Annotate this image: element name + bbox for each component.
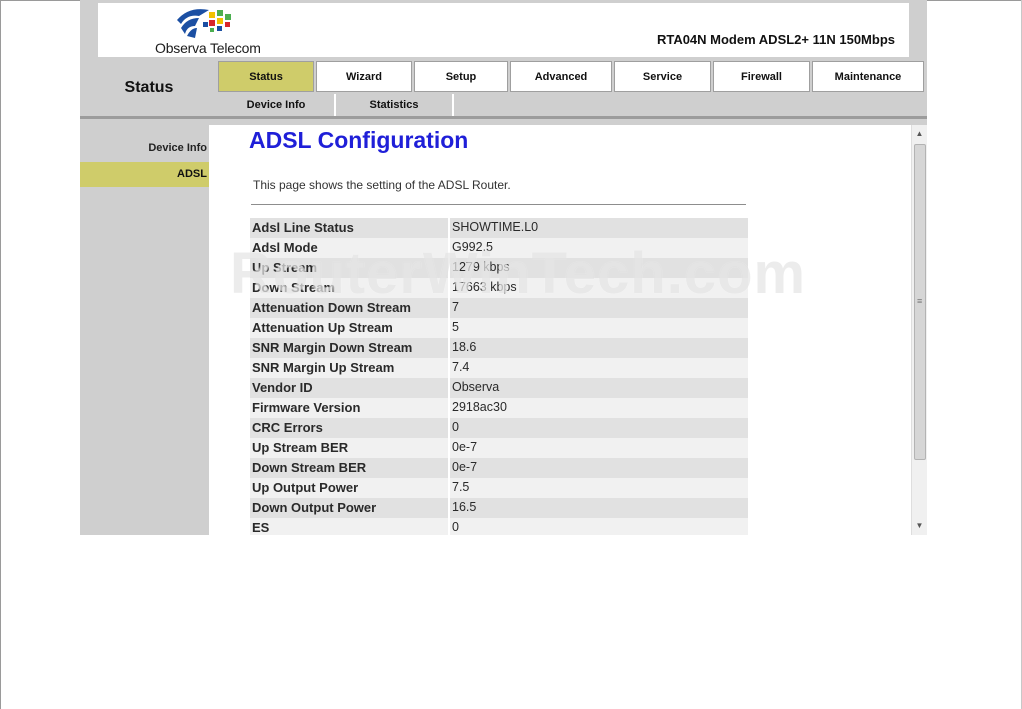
row-value: 7 xyxy=(450,298,748,318)
adsl-table: Adsl Line Status SHOWTIME.L0 Adsl Mode G99… xyxy=(250,218,748,535)
table-row: Down Stream BER 0e-7 xyxy=(250,458,748,478)
window-border-left xyxy=(0,0,1,709)
nav-divider xyxy=(80,116,927,119)
row-label: Adsl Mode xyxy=(250,238,448,258)
table-row: Up Stream 1279 kbps xyxy=(250,258,748,278)
tab-maintenance[interactable]: Maintenance xyxy=(812,61,924,92)
table-row: Adsl Mode G992.5 xyxy=(250,238,748,258)
row-value: 0 xyxy=(450,518,748,535)
main-tabs: Status Wizard Setup Advanced Service Fir… xyxy=(218,61,924,92)
tab-service[interactable]: Service xyxy=(614,61,711,92)
row-label: ES xyxy=(250,518,448,535)
row-value: 7.4 xyxy=(450,358,748,378)
row-label: Vendor ID xyxy=(250,378,448,398)
arrow-up-icon[interactable]: ▲ xyxy=(912,126,927,142)
brand-name: Observa Telecom xyxy=(155,40,261,56)
row-label: SNR Margin Down Stream xyxy=(250,338,448,358)
row-label: Up Output Power xyxy=(250,478,448,498)
table-row: Attenuation Up Stream 5 xyxy=(250,318,748,338)
table-row: Attenuation Down Stream 7 xyxy=(250,298,748,318)
header: Observa Telecom RTA04N Modem ADSL2+ 11N … xyxy=(98,3,909,57)
row-label: Down Stream BER xyxy=(250,458,448,478)
vertical-scrollbar[interactable]: ▲ ≡ ▼ xyxy=(911,125,927,535)
table-row: Up Stream BER 0e-7 xyxy=(250,438,748,458)
row-value: 18.6 xyxy=(450,338,748,358)
table-row: Down Stream 17663 kbps xyxy=(250,278,748,298)
row-value: Observa xyxy=(450,378,748,398)
row-label: Attenuation Up Stream xyxy=(250,318,448,338)
sidebar-item-device-info[interactable]: Device Info xyxy=(80,136,209,161)
tab-status[interactable]: Status xyxy=(218,61,314,92)
tab-setup[interactable]: Setup xyxy=(414,61,508,92)
page-title: ADSL Configuration xyxy=(249,127,469,153)
tab-wizard[interactable]: Wizard xyxy=(316,61,412,92)
row-label: Attenuation Down Stream xyxy=(250,298,448,318)
divider xyxy=(251,204,746,205)
row-label: CRC Errors xyxy=(250,418,448,438)
table-row: SNR Margin Up Stream 7.4 xyxy=(250,358,748,378)
table-row: Up Output Power 7.5 xyxy=(250,478,748,498)
row-value: 17663 kbps xyxy=(450,278,748,298)
row-value: 0e-7 xyxy=(450,458,748,478)
row-label: Up Stream xyxy=(250,258,448,278)
table-row: SNR Margin Down Stream 18.6 xyxy=(250,338,748,358)
row-value: 1279 kbps xyxy=(450,258,748,278)
subtab-statistics[interactable]: Statistics xyxy=(336,94,454,116)
row-value: 7.5 xyxy=(450,478,748,498)
row-label: Down Stream xyxy=(250,278,448,298)
row-label: Adsl Line Status xyxy=(250,218,448,238)
page-description: This page shows the setting of the ADSL … xyxy=(253,178,511,192)
observa-globe-icon xyxy=(177,9,231,38)
section-title: Status xyxy=(124,79,174,96)
sub-tabs: Device Info Statistics xyxy=(218,94,454,116)
row-label: SNR Margin Up Stream xyxy=(250,358,448,378)
row-value: 0e-7 xyxy=(450,438,748,458)
row-value: 0 xyxy=(450,418,748,438)
table-row: Down Output Power 16.5 xyxy=(250,498,748,518)
arrow-down-icon[interactable]: ▼ xyxy=(912,518,927,534)
table-row: Adsl Line Status SHOWTIME.L0 xyxy=(250,218,748,238)
table-row: Vendor ID Observa xyxy=(250,378,748,398)
table-row: ES 0 xyxy=(250,518,748,535)
sidebar-item-adsl[interactable]: ADSL xyxy=(80,162,209,187)
row-value: 16.5 xyxy=(450,498,748,518)
table-row: Firmware Version 2918ac30 xyxy=(250,398,748,418)
row-label: Down Output Power xyxy=(250,498,448,518)
subtab-device-info[interactable]: Device Info xyxy=(218,94,336,116)
row-value: 2918ac30 xyxy=(450,398,748,418)
main-content: ADSL Configuration This page shows the s… xyxy=(209,125,911,535)
row-label: Up Stream BER xyxy=(250,438,448,458)
model-name: RTA04N Modem ADSL2+ 11N 150Mbps xyxy=(656,32,895,47)
row-value: SHOWTIME.L0 xyxy=(450,218,748,238)
sidebar: Device Info ADSL xyxy=(80,125,209,535)
row-value: G992.5 xyxy=(450,238,748,258)
row-label: Firmware Version xyxy=(250,398,448,418)
tab-advanced[interactable]: Advanced xyxy=(510,61,612,92)
table-row: CRC Errors 0 xyxy=(250,418,748,438)
tab-firewall[interactable]: Firewall xyxy=(713,61,810,92)
scrollbar-thumb[interactable]: ≡ xyxy=(914,144,926,460)
grip-icon: ≡ xyxy=(917,296,923,306)
row-value: 5 xyxy=(450,318,748,338)
